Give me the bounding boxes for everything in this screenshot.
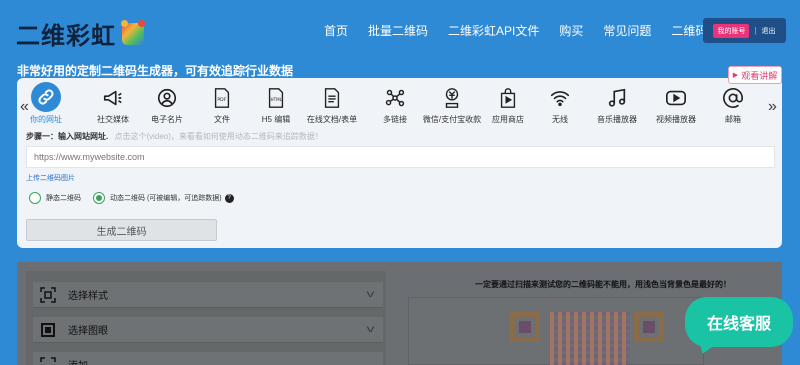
qr-eye-top-left [510, 312, 540, 342]
logo-text: 二维彩虹 [16, 22, 116, 50]
accordion-add[interactable]: 添加 [33, 352, 383, 365]
logo[interactable]: 二维彩虹 [16, 16, 145, 51]
html-file-icon: HTML [264, 86, 288, 110]
tab-label: 邮箱 [725, 115, 741, 124]
logout-link[interactable]: 退出 [762, 26, 776, 36]
tab-email[interactable]: 邮箱 [708, 84, 758, 128]
svg-text:HTML: HTML [271, 97, 283, 102]
nav-api[interactable]: 二维彩虹API文件 [448, 22, 539, 39]
tab-label: 微信/支付宝收款 [422, 115, 482, 124]
payment-icon [440, 86, 464, 110]
tab-video[interactable]: 视频播放器 [651, 84, 701, 128]
tab-payment[interactable]: 微信/支付宝收款 [417, 84, 487, 128]
generator-card: « 你的网址 社交媒体 电子名片 PDF 文件 HTML H5 编辑 在线文档/… [17, 78, 782, 248]
video-icon [664, 86, 688, 110]
qr-eye-top-right [634, 312, 664, 342]
account-box: 我的账号 | 退出 [703, 18, 786, 43]
tab-label: H5 编辑 [261, 115, 291, 124]
tab-music[interactable]: 音乐播放器 [592, 84, 642, 128]
accordion-label: 选择样式 [68, 291, 108, 302]
type-tabs: « 你的网址 社交媒体 电子名片 PDF 文件 HTML H5 编辑 在线文档/… [17, 82, 782, 128]
chevron-down-icon: v [366, 289, 375, 300]
qr-pattern-icon [38, 285, 58, 305]
pdf-file-icon: PDF [210, 86, 234, 110]
tab-label: 应用商店 [492, 115, 524, 124]
app-store-icon [496, 86, 520, 110]
qr-type-radio-group: 静态二维码 动态二维码 (可被编辑，可追踪数据) ? [29, 192, 234, 204]
tab-label: 多链接 [383, 115, 407, 124]
tabs-next-arrow-icon[interactable]: » [768, 98, 777, 116]
tab-label: 音乐播放器 [597, 115, 637, 124]
wifi-icon [548, 86, 572, 110]
megaphone-icon [101, 86, 125, 110]
static-radio-label: 静态二维码 [46, 195, 81, 202]
tab-label: 电子名片 [151, 115, 183, 124]
tab-label: 无线 [552, 115, 568, 124]
tab-label: 在线文档/表单 [306, 115, 358, 124]
nav-batch[interactable]: 批量二维码 [368, 22, 428, 39]
tab-label: 视频播放器 [656, 115, 696, 124]
tab-multilink[interactable]: 多链接 [370, 84, 420, 128]
tab-file[interactable]: PDF 文件 [197, 84, 247, 128]
tab-label: 社交媒体 [97, 115, 129, 124]
upload-qr-link[interactable]: 上传二维码图片 [26, 173, 75, 183]
music-icon [605, 86, 629, 110]
static-radio[interactable] [29, 192, 41, 204]
accordion-eye[interactable]: 选择图眼 v [33, 317, 383, 343]
qr-eye-icon [38, 320, 58, 340]
nav-faq[interactable]: 常见问题 [603, 22, 651, 39]
my-account-button[interactable]: 我的账号 [713, 23, 750, 38]
generate-qr-button[interactable]: 生成二维码 [26, 219, 217, 241]
tab-vcard[interactable]: 电子名片 [142, 84, 192, 128]
at-icon [721, 86, 745, 110]
help-icon[interactable]: ? [224, 193, 234, 203]
tab-document[interactable]: 在线文档/表单 [307, 84, 357, 128]
step-hint[interactable]: 点击这个(video)，来看看如何使用动态二维码来追踪数据！ [114, 132, 322, 141]
watch-tutorial-label: 观看讲解 [741, 70, 778, 81]
dynamic-radio-label: 动态二维码 (可被编辑，可追踪数据) [110, 195, 222, 202]
link-icon [31, 82, 61, 112]
header: 二维彩虹 首页 批量二维码 二维彩虹API文件 购买 常见问题 二维码学院 我的… [0, 0, 800, 62]
tab-url[interactable]: 你的网址 [21, 82, 71, 128]
qr-preview [510, 312, 670, 365]
step-title: 步骤一：输入网站网址. [26, 132, 109, 141]
tab-wifi[interactable]: 无线 [535, 84, 585, 128]
url-input[interactable] [26, 146, 775, 168]
bear-logo-icon [121, 19, 145, 45]
tab-social[interactable]: 社交媒体 [88, 84, 138, 128]
accordion-label: 添加 [68, 357, 88, 365]
play-icon: ▶ [732, 72, 739, 79]
document-icon [320, 86, 344, 110]
dynamic-radio[interactable] [93, 192, 105, 204]
nav-home[interactable]: 首页 [324, 22, 348, 39]
tab-app-store[interactable]: 应用商店 [483, 84, 533, 128]
svg-text:PDF: PDF [217, 97, 226, 103]
chevron-down-icon: v [366, 324, 375, 335]
user-icon [155, 86, 179, 110]
test-notice: 一定要通过扫描来测试您的二维码能不能用，用浅色当背景色是最好的！ [475, 280, 731, 289]
tab-h5[interactable]: HTML H5 编辑 [251, 84, 301, 128]
accordion-label: 选择图眼 [68, 326, 108, 337]
qr-modules [550, 312, 630, 365]
tab-label: 文件 [214, 115, 230, 124]
account-separator: | [754, 26, 757, 35]
nav-buy[interactable]: 购买 [559, 22, 583, 39]
tab-label: 你的网址 [30, 115, 62, 124]
online-service-button[interactable]: 在线客服 [685, 297, 793, 347]
step-one: 步骤一：输入网站网址. 点击这个(video)，来看看如何使用动态二维码来追踪数… [26, 131, 323, 142]
watch-tutorial-button[interactable]: ▶ 观看讲解 [728, 66, 782, 84]
tagline: 非常好用的定制二维码生成器，可有效追踪行业数据 [17, 64, 294, 78]
add-logo-icon [38, 355, 58, 365]
accordion-style[interactable]: 选择样式 v [33, 282, 383, 308]
main-nav: 首页 批量二维码 二维彩虹API文件 购买 常见问题 二维码学院 [324, 22, 751, 39]
network-icon [383, 86, 407, 110]
